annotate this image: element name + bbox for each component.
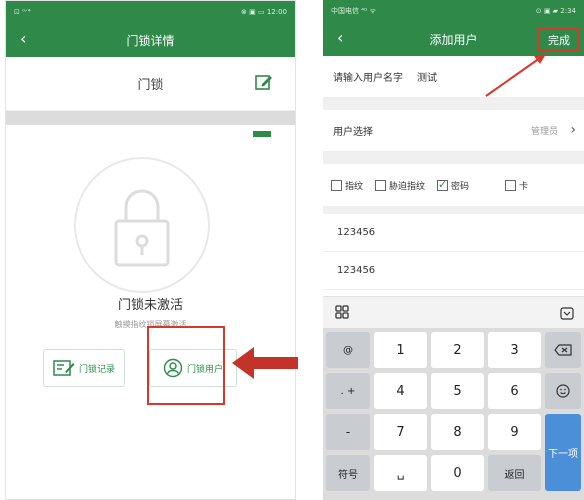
lock-name: 门锁 xyxy=(137,78,164,93)
key-emoji[interactable] xyxy=(545,373,581,409)
lock-record-button[interactable]: 门锁记录 xyxy=(43,349,125,387)
key-backspace[interactable] xyxy=(545,332,581,368)
done-button[interactable]: 完成 xyxy=(538,28,580,52)
checkbox-label: 胁迫指纹 xyxy=(389,181,426,192)
credential-type-group: 指纹 胁迫指纹 密码 卡 xyxy=(323,164,584,214)
chevron-right-icon: › xyxy=(570,122,576,138)
highlight-box xyxy=(147,326,225,405)
key-symbols[interactable]: 符号 xyxy=(326,455,370,491)
lock-status-text: 门锁未激活 xyxy=(117,298,183,313)
hide-keyboard-icon[interactable] xyxy=(560,305,574,324)
checkbox-label: 密码 xyxy=(451,181,470,192)
status-left: 中国电信 ⁴ᴳ ᯤ xyxy=(331,7,377,15)
user-select-label: 用户选择 xyxy=(333,127,373,138)
padlock-icon xyxy=(114,189,170,267)
key-6[interactable]: 6 xyxy=(488,373,541,409)
key-8[interactable]: 8 xyxy=(431,414,484,450)
status-left: ⊡ ⁰ᐟ⁴ xyxy=(14,8,31,16)
key-minus[interactable]: - xyxy=(326,414,370,450)
status-bar: ⊡ ⁰ᐟ⁴ ⊗ ▣ ▭ 12:00 xyxy=(6,1,295,23)
key-next[interactable]: 下一项 xyxy=(545,414,581,491)
key-5[interactable]: 5 xyxy=(431,373,484,409)
numeric-keyboard: @ . + - 符号 1 2 3 4 5 6 7 8 9 ␣ 0 返回 下一项 xyxy=(323,328,584,500)
page-title: 门锁详情 xyxy=(126,33,175,48)
key-9[interactable]: 9 xyxy=(488,414,541,450)
checkbox-fingerprint[interactable]: 指纹 xyxy=(331,179,363,192)
key-7[interactable]: 7 xyxy=(374,414,427,450)
pointer-arrow-icon xyxy=(232,347,298,379)
lock-name-row: 门锁 xyxy=(6,57,295,111)
back-arrow-icon[interactable]: ‹ xyxy=(20,31,26,47)
lock-detail-screen: ⊡ ⁰ᐟ⁴ ⊗ ▣ ▭ 12:00 ‹ 门锁详情 门锁 门锁未激活 触摸指纹锁屏… xyxy=(5,0,296,500)
user-select-value: 管理员 xyxy=(530,127,558,137)
password-input[interactable]: 123456 xyxy=(323,214,584,252)
record-icon xyxy=(53,360,75,376)
checkbox-box xyxy=(331,179,342,191)
key-space[interactable]: ␣ xyxy=(374,455,427,491)
lock-record-label: 门锁记录 xyxy=(78,364,115,375)
key-return[interactable]: 返回 xyxy=(488,455,541,491)
divider-band xyxy=(323,152,584,164)
password-confirm-input[interactable]: 123456 xyxy=(323,252,584,290)
checkbox-duress-fingerprint[interactable]: 胁迫指纹 xyxy=(375,179,425,192)
key-dot-plus[interactable]: . + xyxy=(326,373,370,409)
checkbox-card[interactable]: 卡 xyxy=(505,179,528,192)
grid-menu-icon[interactable] xyxy=(335,304,349,323)
key-at[interactable]: @ xyxy=(326,332,370,368)
back-arrow-icon[interactable]: ‹ xyxy=(337,30,343,46)
key-2[interactable]: 2 xyxy=(431,332,484,368)
key-4[interactable]: 4 xyxy=(374,373,427,409)
checkbox-password[interactable]: 密码 xyxy=(437,178,470,192)
status-right: ⊙ ▣ ▰ 2:34 xyxy=(535,7,576,15)
diagonal-arrow-icon xyxy=(485,54,546,97)
emoji-icon xyxy=(556,384,570,398)
key-1[interactable]: 1 xyxy=(374,332,427,368)
keyboard-toolbar xyxy=(323,296,584,328)
app-bar: ‹ 门锁详情 xyxy=(6,23,295,57)
edit-icon[interactable] xyxy=(255,73,273,95)
lock-activation-circle[interactable] xyxy=(74,157,210,293)
battery-icon xyxy=(253,131,271,137)
key-0[interactable]: 0 xyxy=(431,455,484,491)
page-title: 添加用户 xyxy=(429,32,478,47)
status-right: ⊗ ▣ ▭ 12:00 xyxy=(241,8,287,16)
key-3[interactable]: 3 xyxy=(488,332,541,368)
checkbox-box xyxy=(375,179,387,191)
divider-band xyxy=(6,111,295,125)
user-name-input[interactable]: 测试 xyxy=(417,69,437,84)
user-select-row[interactable]: 用户选择 管理员 › xyxy=(323,110,584,152)
checkbox-box xyxy=(505,179,517,191)
status-bar: 中国电信 ⁴ᴳ ᯤ ⊙ ▣ ▰ 2:34 xyxy=(323,0,584,22)
checkbox-label: 卡 xyxy=(519,181,529,192)
backspace-icon xyxy=(554,344,572,356)
checkbox-box-checked xyxy=(437,178,449,191)
checkbox-label: 指纹 xyxy=(345,181,364,192)
user-name-label: 请输入用户名字 xyxy=(333,73,403,84)
